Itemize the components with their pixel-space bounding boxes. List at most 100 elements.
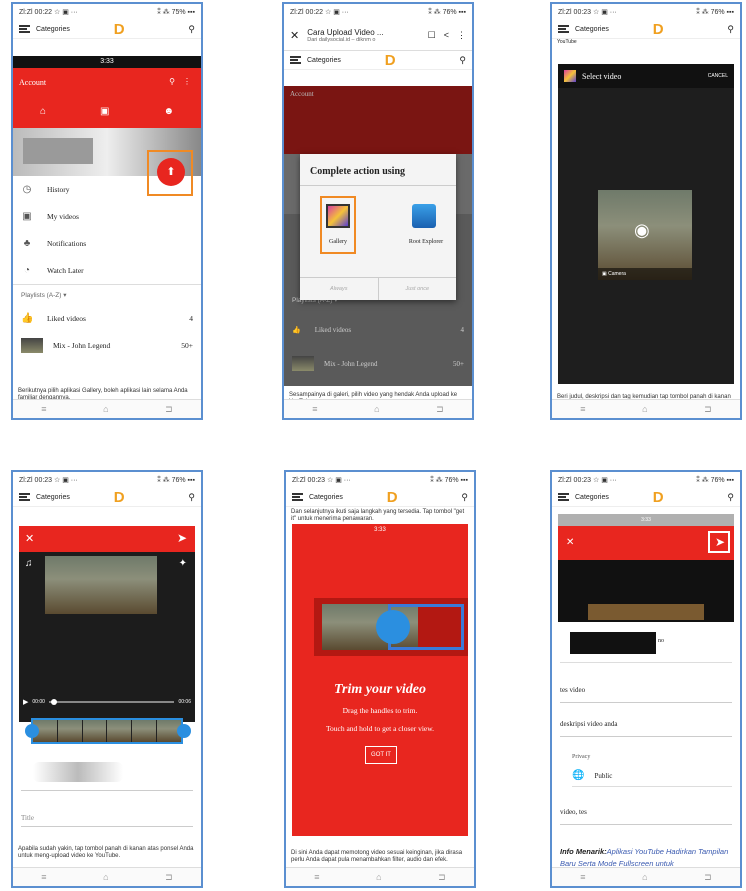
site-toolbar: Categories D ⚲ [284, 51, 472, 70]
back-key-icon[interactable]: ⊐ [165, 404, 173, 415]
back-key-icon[interactable]: ⊐ [704, 404, 712, 415]
close-icon[interactable]: ✕ [290, 29, 299, 42]
playlist-mix[interactable]: Mix - John Legend 50+ [13, 332, 201, 359]
search-icon[interactable]: ⚲ [169, 77, 175, 86]
menu-item-history[interactable]: ◷ History [13, 176, 201, 203]
site-logo[interactable]: D [387, 489, 398, 506]
menu-key-icon[interactable]: ≡ [580, 404, 585, 414]
categories-link[interactable]: Categories [36, 494, 70, 501]
android-nav-bar: ≡ ⌂ ⊐ [552, 399, 740, 418]
play-icon[interactable]: ▶ [23, 698, 28, 706]
magic-wand-icon[interactable]: ✦ [179, 558, 187, 569]
back-key-icon[interactable]: ⊐ [436, 404, 444, 415]
got-it-button[interactable]: GOT IT [365, 746, 397, 764]
history-icon: ◷ [22, 183, 32, 195]
subscriptions-tab-icon[interactable]: ▣ [100, 106, 109, 117]
hamburger-icon[interactable] [19, 493, 30, 501]
title-field[interactable]: tes video [560, 686, 732, 703]
site-logo[interactable]: D [653, 21, 664, 38]
gallery-label[interactable]: Gallery [318, 239, 358, 245]
categories-link[interactable]: Categories [36, 26, 70, 33]
trim-filmstrip[interactable] [31, 718, 183, 744]
seek-thumb[interactable] [50, 699, 57, 705]
search-icon[interactable]: ⚲ [188, 24, 195, 35]
menu-item-notifications[interactable]: ♣ Notifications [13, 230, 201, 257]
close-icon[interactable]: ✕ [25, 532, 34, 545]
more-icon[interactable]: ⋮ [457, 30, 466, 41]
title-field[interactable]: Title [21, 814, 193, 827]
page-source: Dari dailysocial.id – diknm o [307, 36, 376, 43]
root-explorer-icon[interactable] [412, 204, 436, 228]
site-logo[interactable]: D [114, 489, 125, 506]
menu-label: History [47, 185, 70, 194]
screenshot-2: Zl:Zl 00:22 ☆ ▣ ··· ⁑ ⁂ 76% ▪▪▪ ✕ Cara Up… [282, 2, 474, 420]
home-key-icon[interactable]: ⌂ [642, 404, 647, 414]
playlist-liked-videos[interactable]: 👍 Liked videos 4 [13, 305, 201, 332]
close-icon[interactable]: ✕ [566, 537, 574, 548]
menu-label: My videos [47, 212, 79, 221]
send-icon[interactable]: ➤ [715, 535, 725, 549]
site-toolbar: Categories D ⚲ [13, 488, 201, 507]
camera-album-tile[interactable]: ◉ ▣ Camera [598, 190, 692, 280]
always-button[interactable]: Always [300, 278, 379, 300]
playlist-thumbnail [292, 356, 314, 371]
description-field[interactable]: deskripsi video anda [560, 720, 732, 737]
search-icon[interactable]: ⚲ [727, 24, 734, 35]
seek-bar[interactable] [48, 699, 175, 705]
send-icon[interactable]: ➤ [177, 531, 187, 545]
site-logo[interactable]: D [385, 52, 396, 69]
hamburger-icon[interactable] [290, 56, 301, 64]
menu-key-icon[interactable]: ≡ [312, 404, 317, 414]
trim-handle-left[interactable] [25, 724, 39, 738]
menu-key-icon[interactable]: ≡ [314, 872, 319, 882]
back-key-icon[interactable]: ⊐ [704, 872, 712, 883]
privacy-select[interactable]: 🌐 Public [572, 770, 612, 781]
search-icon[interactable]: ⚲ [459, 55, 466, 66]
cancel-button[interactable]: CANCEL [708, 73, 728, 79]
trim-instruction-1: Drag the handles to trim. [342, 706, 418, 715]
back-key-icon[interactable]: ⊐ [438, 872, 446, 883]
search-icon[interactable]: ⚲ [461, 492, 468, 503]
back-key-icon[interactable]: ⊐ [165, 872, 173, 883]
trim-handle-right[interactable] [177, 724, 191, 738]
status-left: Zl:Zl 00:22 ☆ ▣ ··· [290, 9, 349, 16]
site-logo[interactable]: D [653, 489, 664, 506]
tags-field[interactable]: video, tes [560, 808, 732, 825]
just-once-button[interactable]: Just once [379, 278, 457, 300]
gallery-icon[interactable] [326, 204, 350, 228]
search-icon[interactable]: ⚲ [188, 492, 195, 503]
categories-link[interactable]: Categories [307, 57, 341, 64]
trim-handle[interactable] [376, 610, 410, 644]
page-title: Cara Upload Video ... [307, 27, 384, 37]
home-tab-icon[interactable]: ⌂ [40, 106, 46, 117]
categories-link[interactable]: Categories [309, 494, 343, 501]
hamburger-icon[interactable] [558, 493, 569, 501]
root-explorer-label[interactable]: Root Explorer [396, 239, 456, 245]
menu-item-watch-later[interactable]: ◔ Watch Later [13, 257, 201, 284]
home-key-icon[interactable]: ⌂ [103, 404, 108, 414]
menu-key-icon[interactable]: ≡ [41, 404, 46, 414]
home-key-icon[interactable]: ⌂ [103, 872, 108, 882]
hamburger-icon[interactable] [19, 25, 30, 33]
categories-link[interactable]: Categories [575, 26, 609, 33]
menu-item-my-videos[interactable]: ▣ My videos [13, 203, 201, 230]
account-tab-icon[interactable]: ☻ [163, 106, 174, 117]
search-icon[interactable]: ⚲ [727, 492, 734, 503]
share-icon[interactable]: < [444, 30, 449, 40]
playlists-header[interactable]: Playlists (A-Z) ▾ [13, 284, 201, 305]
hamburger-icon[interactable] [292, 493, 303, 501]
categories-link[interactable]: Categories [575, 494, 609, 501]
menu-key-icon[interactable]: ≡ [580, 872, 585, 882]
home-key-icon[interactable]: ⌂ [374, 404, 379, 414]
status-left: Zl:Zl 00:23 ☆ ▣ ··· [558, 477, 617, 484]
home-key-icon[interactable]: ⌂ [642, 872, 647, 882]
site-logo[interactable]: D [114, 21, 125, 38]
bookmark-icon[interactable]: ☐ [428, 30, 436, 41]
home-key-icon[interactable]: ⌂ [376, 872, 381, 882]
status-bar: Zl:Zl 00:22 ☆ ▣ ··· ⁑ ⁂ 76% ▪▪▪ [284, 4, 472, 20]
hamburger-icon[interactable] [558, 25, 569, 33]
more-icon[interactable]: ⋮ [183, 77, 191, 86]
music-icon[interactable]: ♫ [25, 558, 33, 569]
site-toolbar: Categories D ⚲ [552, 20, 740, 39]
menu-key-icon[interactable]: ≡ [41, 872, 46, 882]
